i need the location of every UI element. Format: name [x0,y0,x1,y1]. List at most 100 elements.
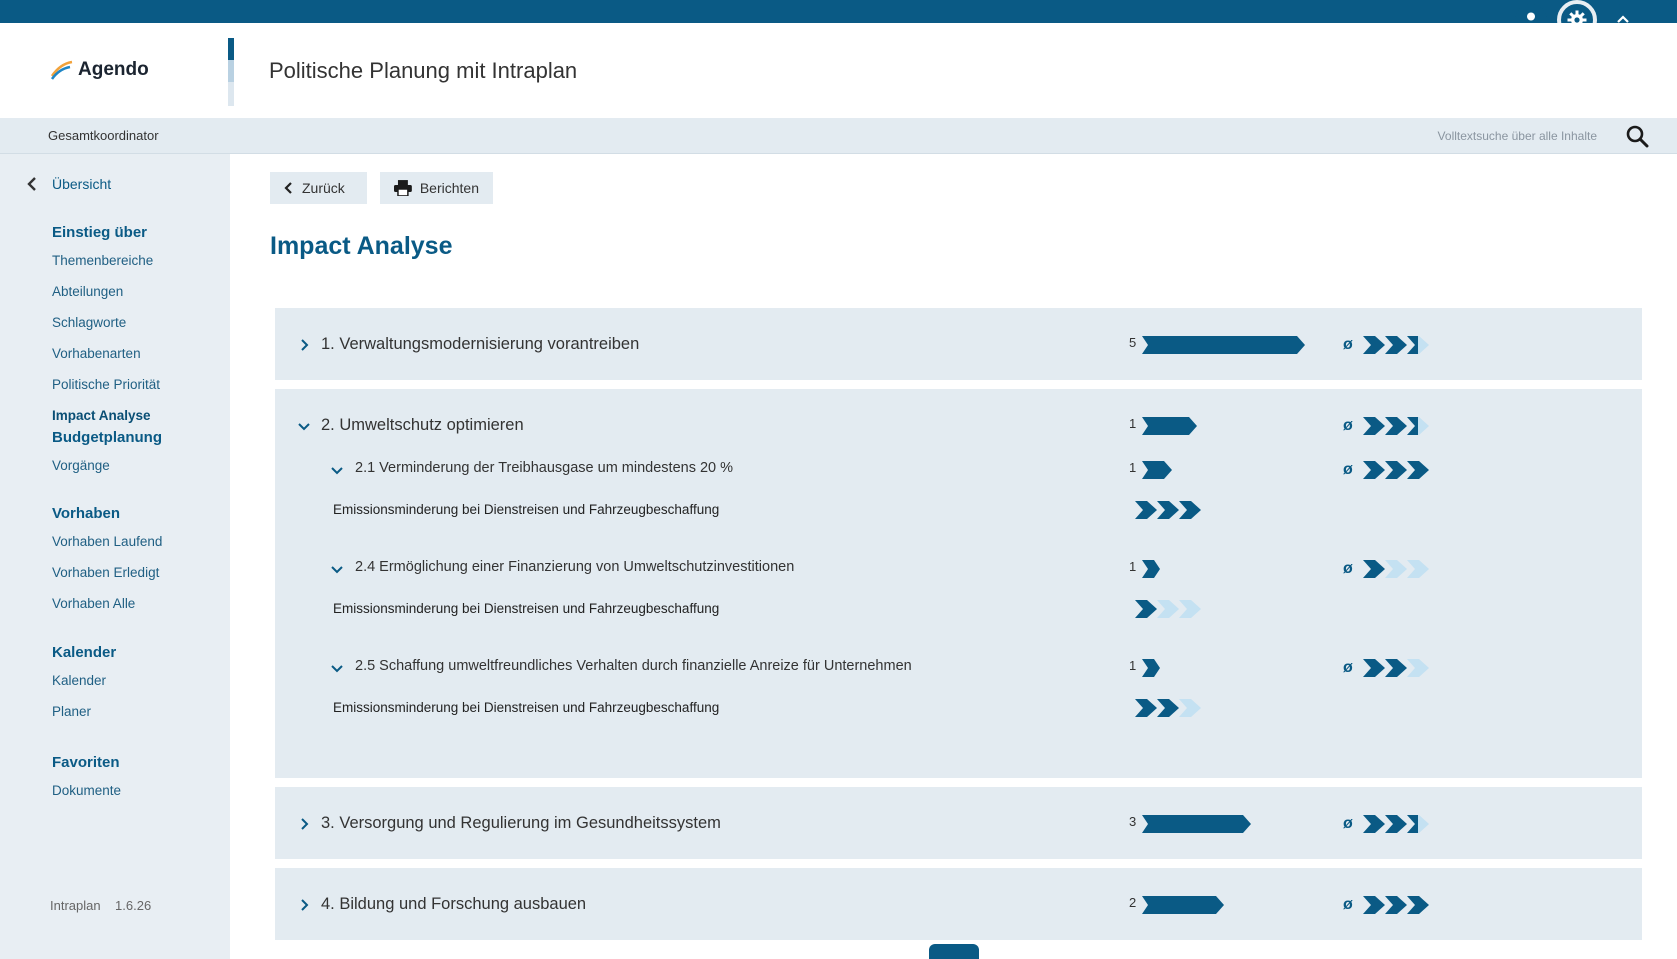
sidebar-item-vorhabenarten[interactable]: Vorhabenarten [52,344,160,375]
sidebar: Übersicht Einstieg über Themenbereiche A… [0,154,230,959]
impact-chevrons [1135,699,1201,717]
impact-chevrons [1363,461,1429,479]
goal-count: 3 [1129,814,1137,829]
impact-chevron [1135,699,1157,717]
impact-chevron [1179,699,1201,717]
count-bar-shape [1142,815,1251,833]
nav-heading: Vorhaben [52,505,121,522]
top-bar [0,0,1677,23]
search-input[interactable] [1337,125,1597,147]
impact-chevron [1407,560,1429,578]
impact-chevron [1157,699,1179,717]
impact-chevron [1363,659,1385,677]
average-symbol: ø [1343,815,1353,832]
goal-label: 1. Verwaltungsmodernisierung vorantreibe… [321,335,640,353]
sidebar-item-vorhaben-erledigt[interactable]: Vorhaben Erledigt [52,563,162,594]
chevron-down-icon[interactable] [330,463,344,477]
goal-row[interactable]: 2. Umweltschutz optimieren 1 ø [275,413,1642,439]
sidebar-item-politische-prioritaet[interactable]: Politische Priorität [52,375,160,406]
average-symbol: ø [1343,336,1353,353]
sidebar-item-themenbereiche[interactable]: Themenbereiche [52,251,160,282]
goal-count: 1 [1129,416,1137,431]
count-bar-shape [1142,560,1160,578]
nav-group-vorhaben: Vorhaben Vorhaben Laufend Vorhaben Erled… [52,505,162,625]
average-symbol: ø [1343,896,1353,913]
chevron-down-icon[interactable] [330,661,344,675]
chevron-down-icon[interactable] [330,562,344,576]
chevron-down-icon[interactable] [297,419,311,433]
overview-back-link[interactable]: Übersicht [26,176,111,192]
count-bar [1142,896,1224,914]
average-symbol: ø [1343,659,1353,676]
chevron-right-icon[interactable] [297,898,311,912]
chevron-left-icon [284,182,292,194]
measure-row[interactable]: Emissionsminderung bei Dienstreisen und … [275,695,1642,721]
goal-panel-1: 1. Verwaltungsmodernisierung vorantreibe… [275,308,1642,380]
sidebar-item-vorhaben-laufend[interactable]: Vorhaben Laufend [52,532,162,563]
goal-count: 2 [1129,895,1137,910]
logo: Agendo [50,59,149,81]
count-bar-shape [1142,336,1305,354]
subgoal-label: 2.5 Schaffung umweltfreundliches Verhalt… [355,658,912,674]
nav-heading: Budgetplanung [52,429,162,446]
sidebar-item-kalender[interactable]: Kalender [52,671,116,702]
goal-panel-2: 2. Umweltschutz optimieren 1 ø 2.1 Vermi… [275,389,1642,778]
impact-chevrons [1363,659,1429,677]
sidebar-item-planer[interactable]: Planer [52,702,116,733]
chevron-left-icon [27,177,36,191]
impact-chevron [1157,501,1179,519]
goal-label: 3. Versorgung und Regulierung im Gesundh… [321,814,721,832]
floating-tab[interactable] [929,944,979,959]
count-bar-shape [1142,417,1197,435]
impact-chevron [1363,815,1385,833]
app-title: Politische Planung mit Intraplan [269,58,578,83]
measure-row[interactable]: Emissionsminderung bei Dienstreisen und … [275,497,1642,523]
sidebar-item-vorhaben-alle[interactable]: Vorhaben Alle [52,594,162,625]
impact-chevron [1179,501,1201,519]
count-bar-shape [1142,659,1160,677]
chevron-right-icon[interactable] [297,338,311,352]
header: Agendo Politische Planung mit Intraplan [0,23,1677,118]
count-bar [1142,336,1305,354]
chevron-right-icon[interactable] [297,817,311,831]
count-bar [1142,461,1172,479]
measure-label: Emissionsminderung bei Dienstreisen und … [333,601,720,616]
subgoal-row[interactable]: 2.5 Schaffung umweltfreundliches Verhalt… [275,655,1642,681]
nav-group-einstieg: Einstieg über Themenbereiche Abteilungen… [52,224,160,437]
impact-chevrons [1135,600,1201,618]
impact-chevron [1385,659,1407,677]
logo-divider [228,38,234,106]
sub-bar: Gesamtkoordinator [0,118,1677,154]
subgoal-row[interactable]: 2.4 Ermöglichung einer Finanzierung von … [275,556,1642,582]
impact-chevron [1385,336,1407,354]
impact-chevrons [1363,560,1429,578]
goal-row[interactable]: 3. Versorgung und Regulierung im Gesundh… [275,811,1642,837]
subgoal-row[interactable]: 2.1 Verminderung der Treibhausgase um mi… [275,457,1642,483]
sidebar-item-vorgaenge[interactable]: Vorgänge [52,456,162,487]
goal-row[interactable]: 4. Bildung und Forschung ausbauen 2 ø [275,892,1642,918]
nav-group-kalender: Kalender Kalender Planer [52,644,116,733]
sidebar-item-dokumente[interactable]: Dokumente [52,781,121,812]
sidebar-item-abteilungen[interactable]: Abteilungen [52,282,160,313]
impact-chevron [1135,501,1157,519]
measure-row[interactable]: Emissionsminderung bei Dienstreisen und … [275,596,1642,622]
goal-label: 2. Umweltschutz optimieren [321,416,524,434]
goal-row[interactable]: 1. Verwaltungsmodernisierung vorantreibe… [275,332,1642,358]
average-symbol: ø [1343,461,1353,478]
report-button[interactable]: Berichten [380,172,493,204]
sidebar-item-schlagworte[interactable]: Schlagworte [52,313,160,344]
overview-label: Übersicht [52,176,112,192]
search-icon[interactable] [1625,124,1649,148]
printer-icon [394,180,412,196]
nav-group-budgetplanung: Budgetplanung Vorgänge [52,429,162,487]
impact-chevron [1363,417,1385,435]
goal-count: 5 [1129,335,1137,350]
app-version: Intraplan 1.6.26 [50,898,152,913]
back-button[interactable]: Zurück [270,172,367,204]
goal-label: 4. Bildung und Forschung ausbauen [321,895,587,913]
nav-heading: Kalender [52,644,117,661]
impact-chevron [1135,600,1157,618]
count-bar [1142,560,1160,578]
nav-heading: Favoriten [52,754,120,771]
impact-chevron [1157,600,1179,618]
